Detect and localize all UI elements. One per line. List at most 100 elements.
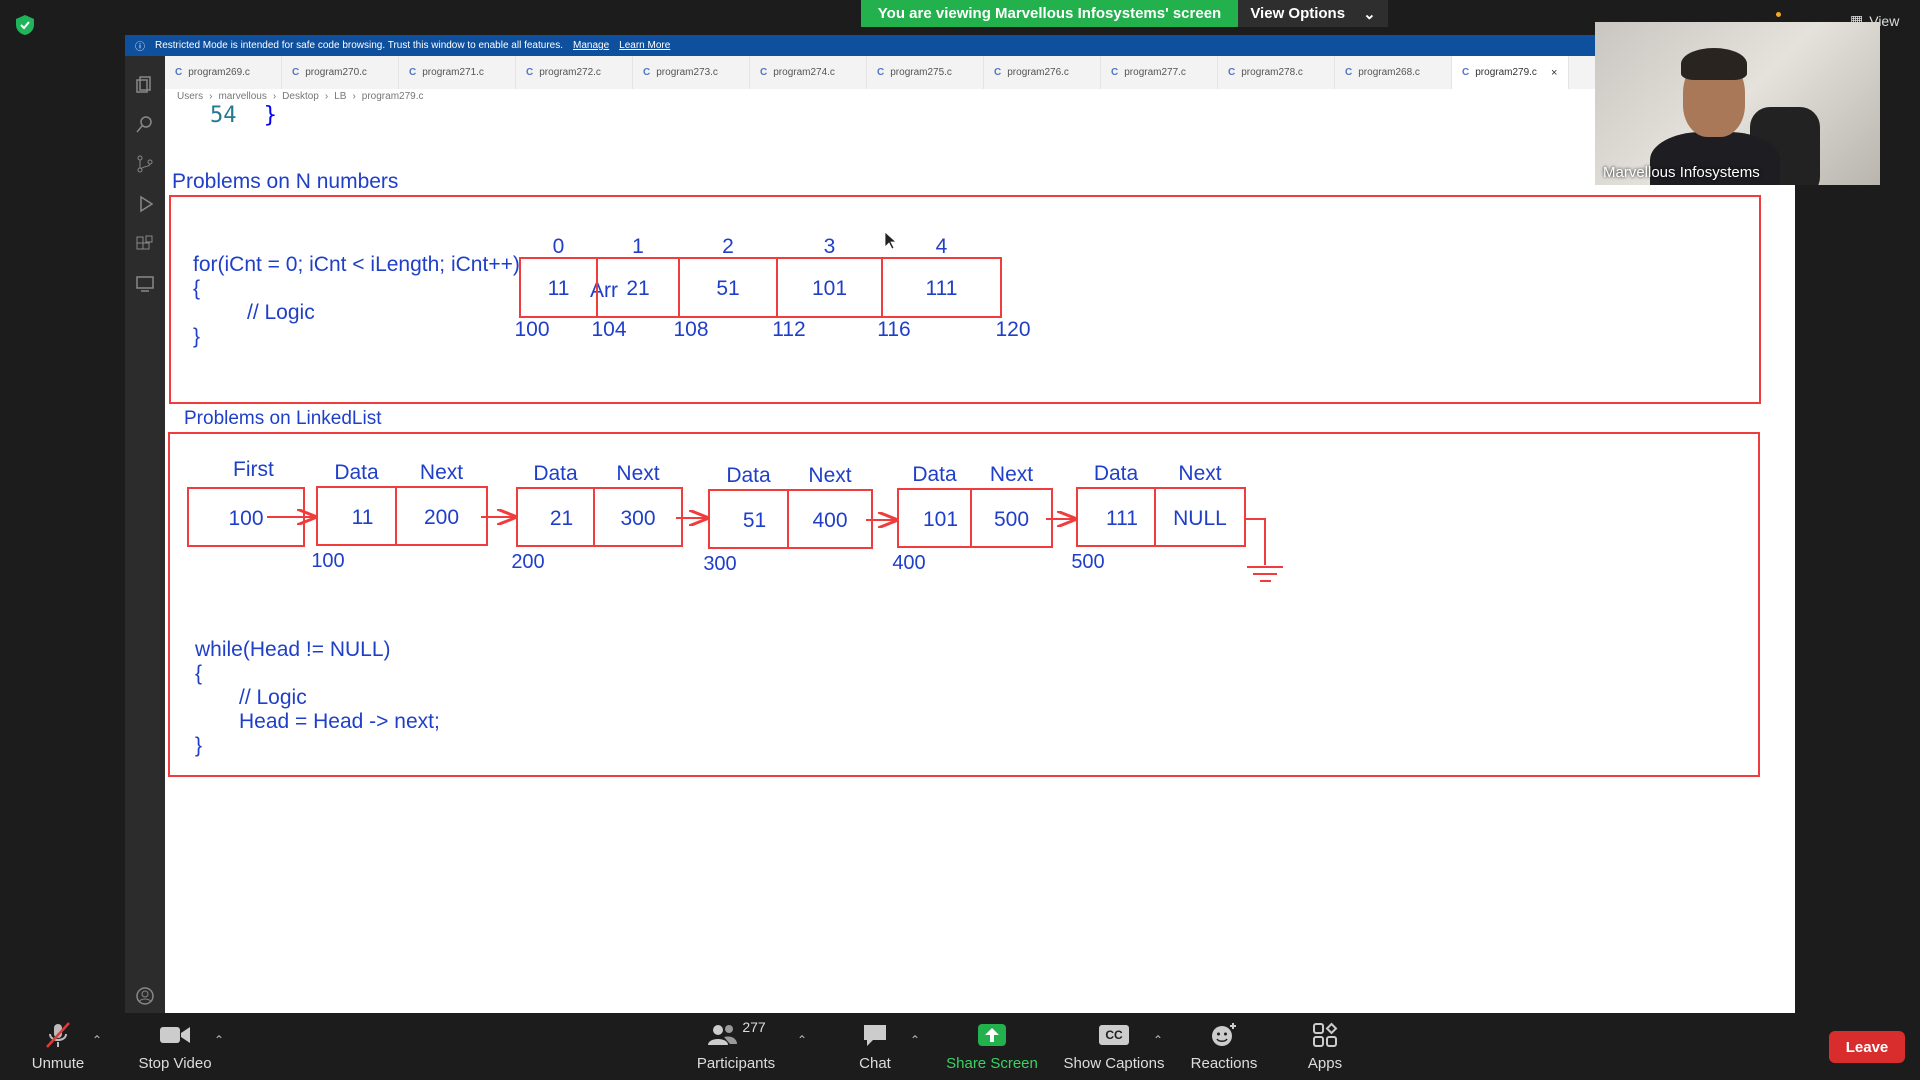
participants-count: 277 — [742, 1019, 766, 1035]
show-captions-button[interactable]: CC Show Captions — [1063, 1019, 1165, 1072]
array-address: 108 — [673, 318, 708, 341]
share-screen-icon — [978, 1024, 1006, 1046]
unmute-label: Unmute — [31, 1055, 85, 1072]
section1-frame — [169, 195, 1761, 404]
video-options-caret-icon[interactable]: ⌃ — [214, 1033, 224, 1047]
array-index: 2 — [722, 235, 734, 258]
reactions-label: Reactions — [1190, 1055, 1258, 1072]
data-header: Data — [726, 464, 771, 487]
apps-button[interactable]: Apps — [1305, 1019, 1345, 1072]
share-screen-button[interactable]: Share Screen — [946, 1019, 1038, 1072]
for-loop-line-3: // Logic — [247, 301, 315, 324]
chevron-down-icon: ⌄ — [1363, 5, 1376, 23]
node-data-value: 11 — [352, 506, 374, 529]
for-loop-line-2: { — [193, 277, 200, 300]
participants-button[interactable]: 277 Participants — [696, 1019, 776, 1072]
next-header: Next — [420, 461, 463, 484]
list-node-box — [516, 487, 683, 547]
while-line-2: { — [195, 662, 202, 685]
reactions-smiley-icon — [1212, 1023, 1236, 1046]
array-address: 116 — [877, 318, 910, 341]
show-captions-label: Show Captions — [1063, 1055, 1165, 1072]
participants-caret-icon[interactable]: ⌃ — [797, 1033, 807, 1047]
mouse-cursor-icon — [884, 231, 898, 250]
participants-label: Participants — [696, 1055, 776, 1072]
array-value: 101 — [812, 277, 847, 300]
view-options-button[interactable]: View Options ⌄ — [1238, 0, 1388, 27]
reactions-button[interactable]: Reactions — [1190, 1019, 1258, 1072]
node-address: 500 — [1071, 551, 1104, 573]
node-address: 200 — [511, 551, 544, 573]
node-address: 400 — [892, 552, 925, 574]
meeting-toolbar: Unmute ⌃ Stop Video ⌃ 277 Participants ⌃… — [0, 1013, 1920, 1080]
list-node-box — [708, 489, 873, 549]
next-header: Next — [990, 463, 1033, 486]
stop-video-label: Stop Video — [138, 1055, 212, 1072]
array-index: 3 — [824, 235, 836, 258]
linked-list-diagram: Data Next 11 200 100 Data Next 21 300 200 Data Next… — [267, 461, 1246, 575]
first-value: 100 — [228, 507, 263, 530]
data-header: Data — [533, 462, 578, 485]
view-options-label: View Options — [1250, 5, 1346, 22]
node-address: 100 — [311, 550, 344, 572]
apps-label: Apps — [1307, 1055, 1343, 1072]
next-header: Next — [808, 464, 851, 487]
node-next-value: 400 — [812, 509, 847, 532]
chat-label: Chat — [859, 1055, 891, 1072]
chat-button[interactable]: Chat — [855, 1019, 895, 1072]
security-shield-icon[interactable] — [14, 14, 36, 36]
share-screen-label: Share Screen — [946, 1055, 1038, 1072]
for-loop-line-1: for(iCnt = 0; iCnt < iLength; iCnt++) — [193, 253, 520, 276]
muted-microphone-icon — [46, 1022, 70, 1048]
array-address: 100 — [514, 318, 549, 341]
array-label: Arr — [590, 279, 618, 302]
while-line-5: } — [195, 734, 202, 757]
person-hair-shape — [1681, 48, 1747, 80]
annotation-whiteboard: Problems on N numbers for(iCnt = 0; iCnt… — [168, 170, 1761, 777]
captions-cc-icon: CC — [1099, 1025, 1129, 1045]
node-next-value: 300 — [620, 507, 655, 530]
data-header: Data — [1094, 462, 1139, 485]
node-data-value: 21 — [550, 507, 573, 530]
captions-caret-icon[interactable]: ⌃ — [1153, 1033, 1163, 1047]
list-node-box — [316, 486, 488, 546]
participant-video-tile[interactable]: Marvellous Infosystems — [1595, 22, 1880, 185]
chat-icon — [864, 1025, 886, 1046]
next-header: Next — [616, 462, 659, 485]
node-data-value: 51 — [743, 509, 766, 532]
while-line-1: while(Head != NULL) — [194, 638, 391, 661]
node-next-value: NULL — [1173, 507, 1227, 530]
data-header: Data — [334, 461, 379, 484]
null-ground-icon — [1245, 518, 1283, 582]
section2-title: Problems on LinkedList — [184, 408, 382, 429]
while-line-3: // Logic — [239, 686, 307, 709]
chat-caret-icon[interactable]: ⌃ — [910, 1033, 920, 1047]
array-address: 120 — [995, 318, 1030, 341]
leave-button[interactable]: Leave — [1829, 1031, 1905, 1063]
node-data-value: 101 — [923, 508, 958, 531]
section1-title: Problems on N numbers — [172, 170, 398, 193]
viewing-screen-banner: You are viewing Marvellous Infosystems' … — [861, 0, 1238, 27]
array-value: 111 — [926, 277, 958, 300]
node-data-value: 111 — [1106, 507, 1138, 530]
audio-options-caret-icon[interactable]: ⌃ — [92, 1033, 102, 1047]
next-header: Next — [1178, 462, 1221, 485]
array-address: 112 — [772, 318, 805, 341]
zoom-meeting-window: You are viewing Marvellous Infosystems' … — [0, 0, 1920, 1080]
data-header: Data — [912, 463, 957, 486]
array-value: 11 — [548, 277, 570, 300]
unmute-button[interactable]: Unmute — [25, 1019, 91, 1072]
array-index: 4 — [936, 235, 948, 258]
while-line-4: Head = Head -> next; — [239, 710, 440, 733]
array-value: 21 — [626, 277, 649, 300]
shared-screen: ⓘ Restricted Mode is intended for safe c… — [125, 35, 1795, 1015]
node-next-value: 200 — [424, 506, 459, 529]
array-address: 104 — [591, 318, 626, 341]
recording-indicator-icon — [1776, 12, 1781, 17]
first-label: First — [233, 458, 274, 481]
stop-video-button[interactable]: Stop Video — [134, 1019, 216, 1072]
apps-icon — [1313, 1022, 1338, 1047]
video-camera-icon — [160, 1027, 190, 1043]
array-value: 51 — [716, 277, 739, 300]
node-next-value: 500 — [994, 508, 1029, 531]
